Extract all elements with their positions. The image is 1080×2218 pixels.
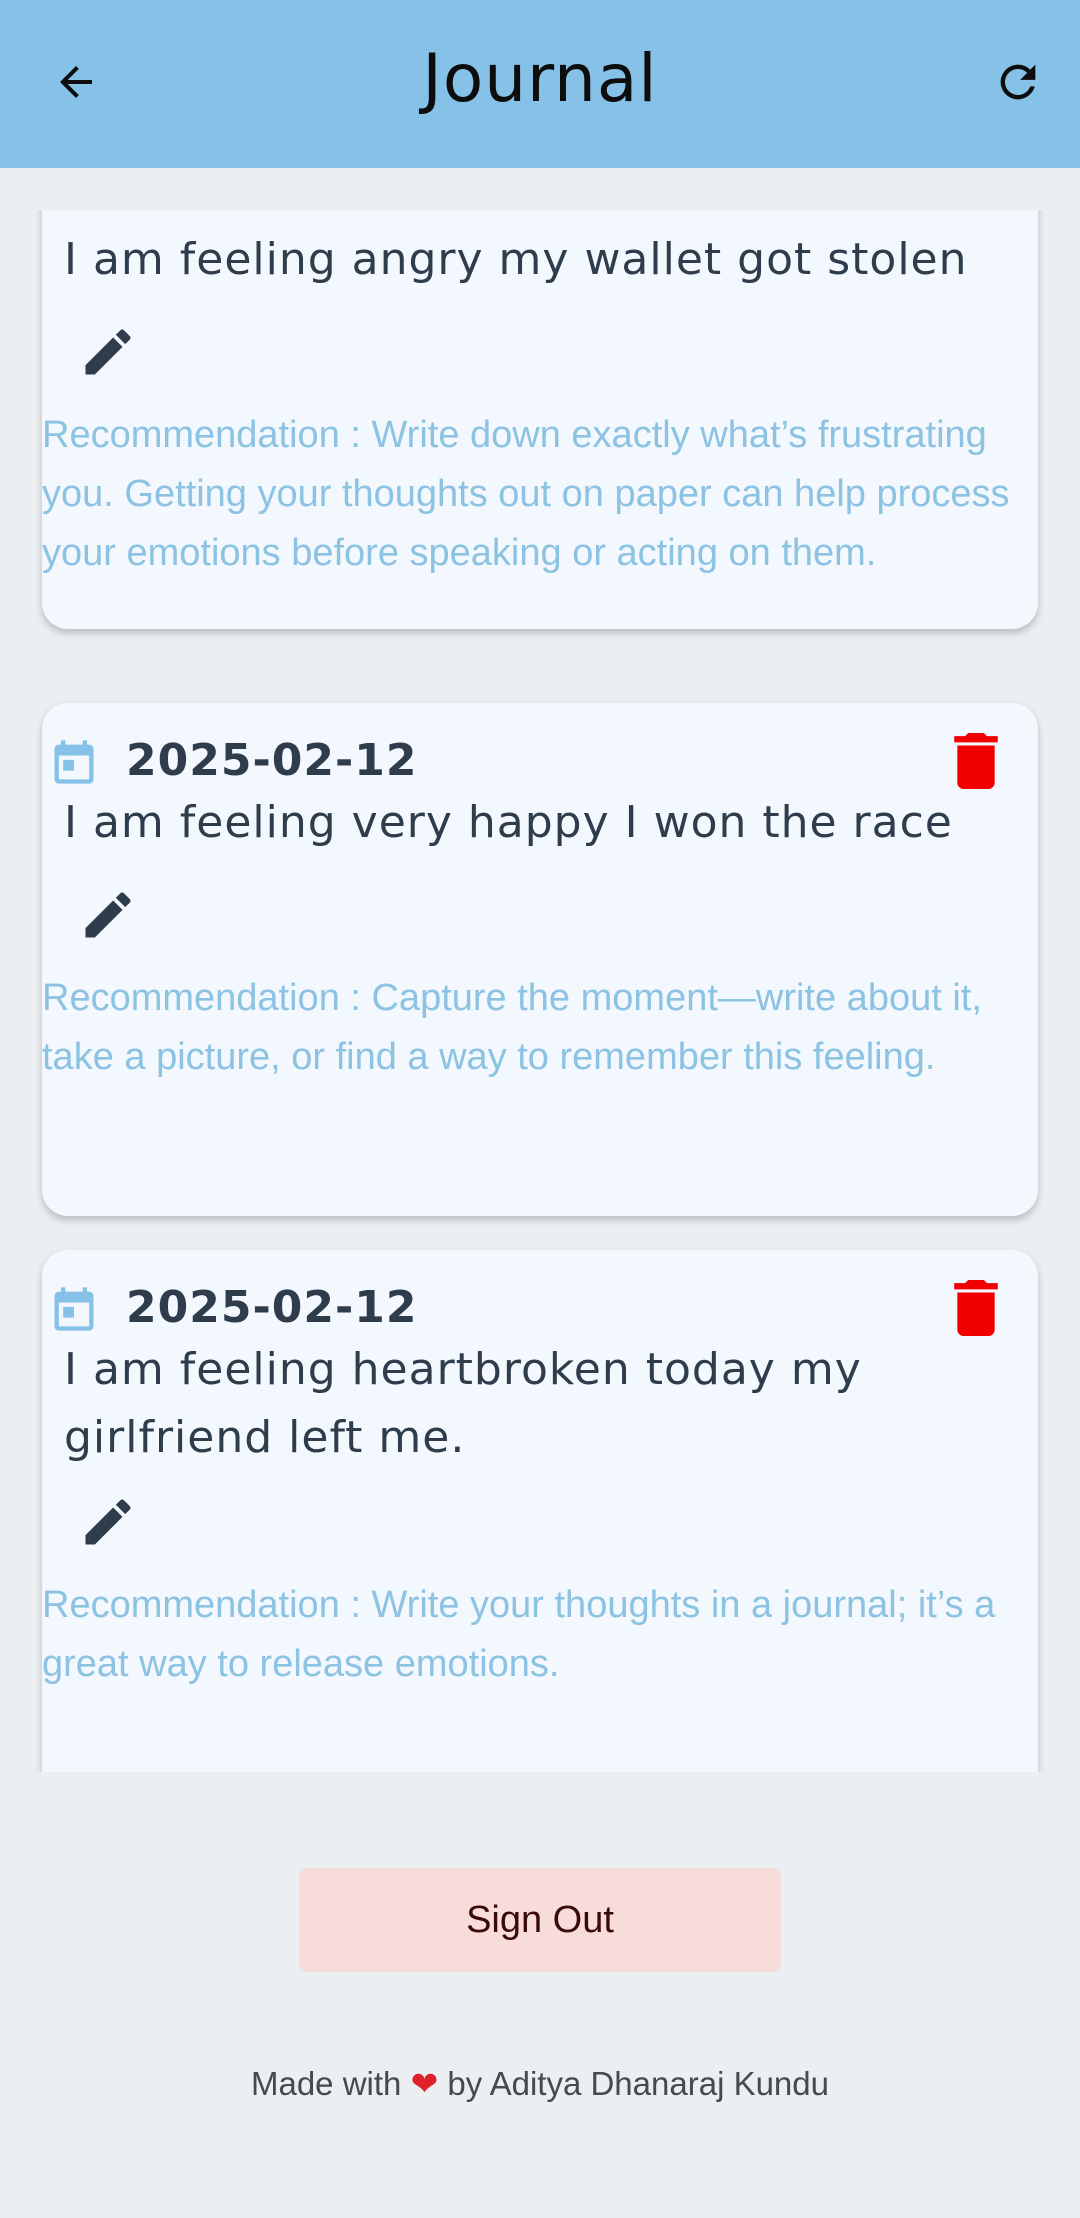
delete-button[interactable] bbox=[954, 1280, 998, 1336]
entry-text: I am feeling angry my wallet got stolen bbox=[64, 234, 968, 285]
entry-text: I am feeling very happy I won the race bbox=[64, 797, 953, 848]
heart-icon: ❤ bbox=[410, 2065, 439, 2102]
trash-icon bbox=[954, 1280, 998, 1336]
journal-entry-card: 2025-02-12 I am feeling very happy I won… bbox=[42, 703, 1038, 1216]
app-bar: Journal bbox=[0, 0, 1080, 168]
recommendation-text: Recommendation : Capture the moment—writ… bbox=[42, 977, 982, 1078]
page-title: Journal bbox=[422, 40, 658, 117]
entry-date: 2025-02-12 bbox=[126, 1282, 418, 1333]
edit-button[interactable] bbox=[78, 885, 138, 945]
entry-text: I am feeling heartbroken today my girlfr… bbox=[64, 1344, 862, 1463]
journal-list[interactable]: I am feeling angry my wallet got stolen … bbox=[0, 210, 1080, 1772]
footer-credit: Made with ❤ by Aditya Dhanaraj Kundu bbox=[0, 2064, 1080, 2103]
entry-header: 2025-02-12 bbox=[42, 733, 1038, 793]
entry-header: 2025-02-12 bbox=[42, 1280, 1038, 1340]
recommendation-text: Recommendation : Write down exactly what… bbox=[42, 414, 1010, 574]
journal-entry-card: I am feeling angry my wallet got stolen … bbox=[42, 210, 1038, 629]
delete-button[interactable] bbox=[954, 733, 998, 789]
refresh-button[interactable] bbox=[986, 50, 1050, 114]
sign-out-button[interactable]: Sign Out bbox=[299, 1868, 781, 1972]
edit-button[interactable] bbox=[78, 322, 138, 382]
journal-entry-card: 2025-02-12 I am feeling heartbroken toda… bbox=[42, 1250, 1038, 1772]
entry-date: 2025-02-12 bbox=[126, 735, 418, 786]
trash-icon bbox=[954, 733, 998, 789]
recommendation-text: Recommendation : Write your thoughts in … bbox=[42, 1584, 996, 1685]
calendar-icon bbox=[54, 1287, 94, 1331]
edit-button[interactable] bbox=[78, 1492, 138, 1552]
footer-prefix: Made with bbox=[250, 2065, 402, 2102]
pencil-icon bbox=[85, 1499, 131, 1545]
pencil-icon bbox=[85, 329, 131, 375]
footer-suffix: by Aditya Dhanaraj Kundu bbox=[447, 2065, 829, 2102]
pencil-icon bbox=[85, 892, 131, 938]
refresh-icon bbox=[1000, 64, 1036, 100]
calendar-icon bbox=[54, 740, 94, 784]
